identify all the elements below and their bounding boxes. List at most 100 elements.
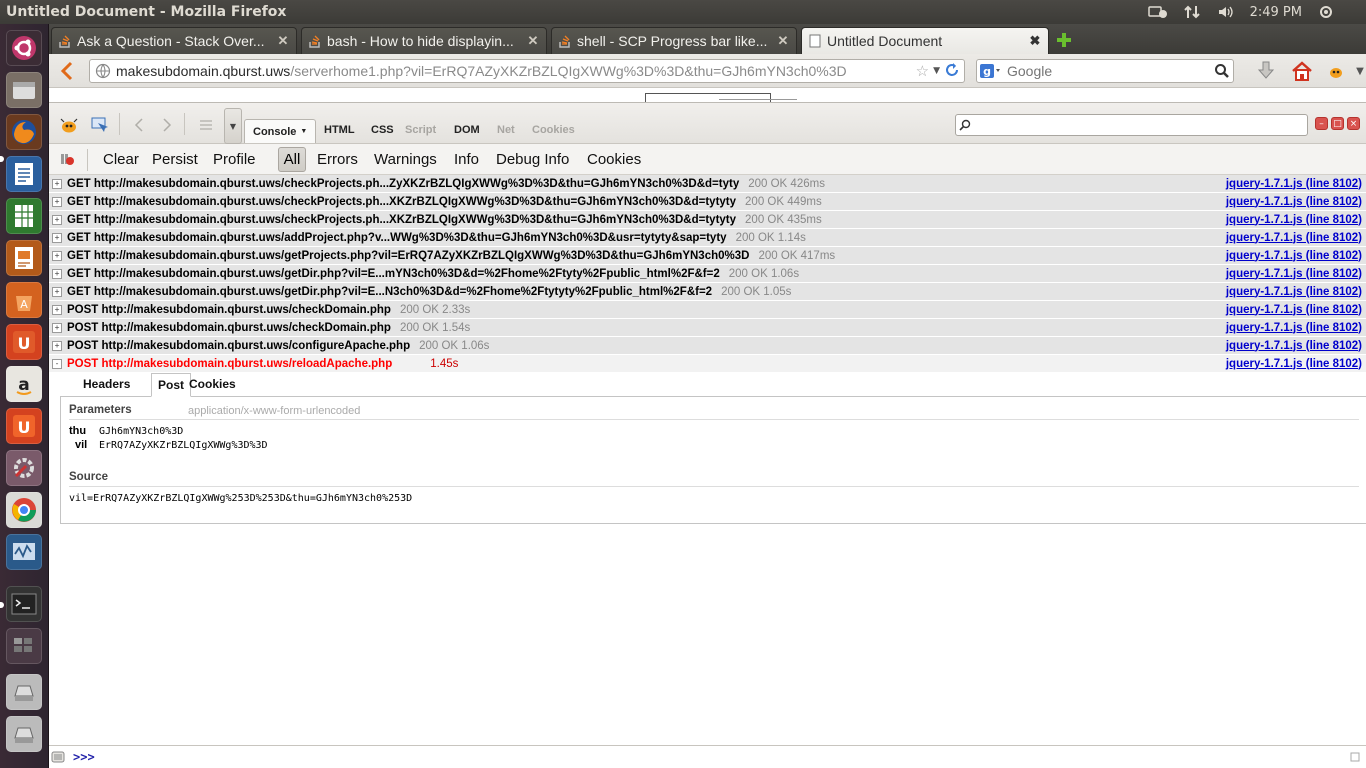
back-icon[interactable] — [129, 115, 149, 135]
request-url[interactable]: GET http://makesubdomain.qburst.uws/getD… — [67, 286, 712, 298]
ubuntu-one-music-icon[interactable]: U — [6, 408, 42, 444]
expand-icon[interactable]: + — [52, 268, 62, 279]
software-center-icon[interactable]: A — [6, 282, 42, 318]
downloads-icon[interactable] — [1255, 60, 1277, 82]
power-gear-icon[interactable] — [1316, 4, 1336, 20]
filter-cookies-button[interactable]: Cookies — [587, 151, 641, 168]
minimize-firebug-button[interactable]: – — [1315, 117, 1328, 130]
source-link[interactable]: jquery-1.7.1.js (line 8102) — [1226, 286, 1362, 298]
request-url[interactable]: GET http://makesubdomain.qburst.uws/getP… — [67, 250, 749, 262]
drive-icon[interactable] — [6, 674, 42, 710]
search-input[interactable] — [1003, 63, 1211, 79]
source-link[interactable]: jquery-1.7.1.js (line 8102) — [1226, 196, 1362, 208]
request-url[interactable]: GET http://makesubdomain.qburst.uws/chec… — [67, 214, 736, 226]
source-link[interactable]: jquery-1.7.1.js (line 8102) — [1226, 340, 1362, 352]
bookmark-star-icon[interactable]: ☆ — [916, 62, 929, 80]
tab-dom[interactable]: DOM — [454, 124, 480, 136]
request-url[interactable]: POST http://makesubdomain.qburst.uws/con… — [67, 340, 410, 352]
expand-icon[interactable]: + — [52, 196, 62, 207]
messaging-icon[interactable] — [1147, 4, 1168, 20]
request-url[interactable]: GET http://makesubdomain.qburst.uws/getD… — [67, 268, 720, 280]
collapse-icon[interactable]: - — [52, 358, 62, 369]
tab-net[interactable]: Net — [497, 124, 515, 136]
menu-arrow-icon[interactable]: ▼ — [1349, 60, 1366, 82]
clock[interactable]: 2:49 PM — [1250, 5, 1302, 20]
magnifier-icon[interactable] — [1211, 63, 1233, 79]
site-identity-icon[interactable] — [94, 62, 112, 80]
tab-untitled-document[interactable]: Untitled Document ✖ — [801, 27, 1049, 54]
close-icon[interactable]: ✖ — [1028, 33, 1042, 48]
dropdown-arrow-icon[interactable]: ▼ — [300, 128, 307, 135]
reload-icon[interactable] — [944, 62, 960, 81]
request-url[interactable]: POST http://makesubdomain.qburst.uws/rel… — [67, 358, 392, 370]
tab-headers[interactable]: Headers — [83, 377, 130, 391]
request-url[interactable]: GET http://makesubdomain.qburst.uws/chec… — [67, 178, 739, 190]
log-row[interactable]: + POST http://makesubdomain.qburst.uws/c… — [49, 337, 1366, 355]
request-url[interactable]: POST http://makesubdomain.qburst.uws/che… — [67, 304, 391, 316]
command-menu-icon[interactable] — [51, 751, 65, 763]
tab-script[interactable]: Script — [405, 124, 436, 136]
firefox-icon[interactable] — [6, 114, 42, 150]
log-row[interactable]: + GET http://makesubdomain.qburst.uws/ch… — [49, 211, 1366, 229]
detach-firebug-button[interactable]: □ — [1331, 117, 1344, 130]
expand-command-editor-icon[interactable] — [1350, 752, 1360, 762]
search-bar[interactable]: g — [976, 59, 1234, 83]
log-row-error[interactable]: - POST http://makesubdomain.qburst.uws/r… — [49, 355, 1366, 373]
firebug-search-input[interactable] — [974, 118, 1307, 132]
google-search-engine-icon[interactable]: g — [977, 60, 1003, 82]
firebug-search-box[interactable] — [955, 114, 1308, 136]
command-input[interactable] — [100, 750, 1350, 764]
profile-button[interactable]: Profile — [213, 151, 256, 168]
close-firebug-button[interactable]: × — [1347, 117, 1360, 130]
tab-html[interactable]: HTML — [324, 124, 355, 136]
forward-icon[interactable] — [157, 115, 177, 135]
log-row[interactable]: + GET http://makesubdomain.qburst.uws/ge… — [49, 283, 1366, 301]
log-row[interactable]: + GET http://makesubdomain.qburst.uws/ge… — [49, 247, 1366, 265]
trash-icon[interactable] — [6, 716, 42, 752]
expand-icon[interactable]: + — [52, 214, 62, 225]
tab-detail-cookies[interactable]: Cookies — [189, 377, 236, 391]
inspect-element-icon[interactable] — [89, 115, 109, 135]
log-row[interactable]: + GET http://makesubdomain.qburst.uws/ad… — [49, 229, 1366, 247]
system-monitor-icon[interactable] — [6, 534, 42, 570]
filter-warnings-button[interactable]: Warnings — [374, 151, 437, 168]
break-on-errors-icon[interactable] — [59, 152, 75, 169]
url-text[interactable]: makesubdomain.qburst.uws/serverhome1.php… — [112, 63, 916, 79]
workspace-switcher-icon[interactable] — [6, 628, 42, 664]
source-link[interactable]: jquery-1.7.1.js (line 8102) — [1226, 304, 1362, 316]
filter-all-button[interactable]: All — [278, 147, 306, 172]
ubuntu-one-icon[interactable]: U — [6, 324, 42, 360]
tab-cookies[interactable]: Cookies — [532, 124, 575, 136]
clear-button[interactable]: Clear — [103, 151, 139, 168]
log-row[interactable]: + GET http://makesubdomain.qburst.uws/ch… — [49, 175, 1366, 193]
tab-shell[interactable]: shell - SCP Progress bar like... ✕ — [551, 27, 797, 54]
expand-icon[interactable]: + — [52, 178, 62, 189]
panel-menu-button[interactable]: ▼ — [224, 108, 242, 144]
expand-icon[interactable]: + — [52, 286, 62, 297]
calc-icon[interactable] — [6, 198, 42, 234]
expand-icon[interactable]: + — [52, 232, 62, 243]
filter-debug-info-button[interactable]: Debug Info — [496, 151, 569, 168]
tab-stackoverflow[interactable]: Ask a Question - Stack Over... ✕ — [51, 27, 297, 54]
source-link[interactable]: jquery-1.7.1.js (line 8102) — [1226, 214, 1362, 226]
amazon-icon[interactable]: a — [6, 366, 42, 402]
back-button[interactable] — [57, 60, 77, 82]
request-url[interactable]: GET http://makesubdomain.qburst.uws/addP… — [67, 232, 727, 244]
source-link[interactable]: jquery-1.7.1.js (line 8102) — [1226, 358, 1362, 370]
source-link[interactable]: jquery-1.7.1.js (line 8102) — [1226, 268, 1362, 280]
expand-icon[interactable]: + — [52, 250, 62, 261]
firebug-menu-icon[interactable] — [59, 115, 79, 135]
list-icon[interactable] — [196, 115, 216, 135]
terminal-icon[interactable] — [6, 586, 42, 622]
tab-css[interactable]: CSS — [371, 124, 394, 136]
expand-icon[interactable]: + — [52, 304, 62, 315]
log-row[interactable]: + GET http://makesubdomain.qburst.uws/ge… — [49, 265, 1366, 283]
filter-info-button[interactable]: Info — [454, 151, 479, 168]
url-bar[interactable]: makesubdomain.qburst.uws/serverhome1.php… — [89, 59, 965, 83]
tab-bash[interactable]: bash - How to hide displayin... ✕ — [301, 27, 547, 54]
chrome-icon[interactable] — [6, 492, 42, 528]
log-row[interactable]: + POST http://makesubdomain.qburst.uws/c… — [49, 319, 1366, 337]
tab-console[interactable]: Console ▼ — [244, 119, 317, 143]
new-tab-button[interactable] — [1052, 30, 1076, 50]
writer-icon[interactable] — [6, 156, 42, 192]
